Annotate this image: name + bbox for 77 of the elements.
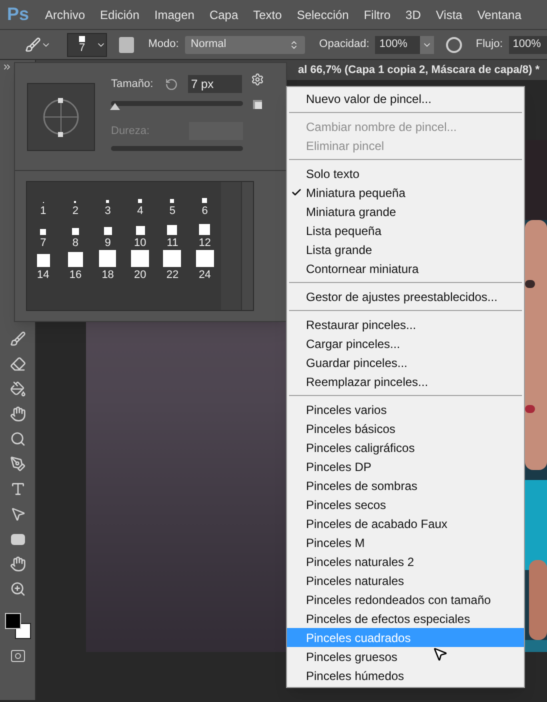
mouse-cursor-icon	[432, 646, 448, 662]
brush-preset[interactable]: 14	[27, 250, 60, 282]
menu-item[interactable]: Edición	[100, 6, 140, 24]
scrollbar[interactable]	[241, 182, 253, 310]
brush-preset[interactable]: 7	[27, 218, 60, 250]
brush-preset[interactable]: 12	[188, 218, 221, 250]
menu-item[interactable]: Archivo	[45, 6, 86, 24]
menu-item[interactable]: Filtro	[364, 6, 391, 24]
menu-option[interactable]: Lista grande	[287, 240, 524, 259]
brush-preset[interactable]: 6	[188, 186, 221, 218]
menu-option[interactable]: Pinceles secos	[287, 495, 524, 514]
menu-option[interactable]: Contornear miniatura	[287, 259, 524, 278]
color-swatches-icon[interactable]	[4, 613, 30, 639]
menu-item[interactable]: Imagen	[154, 6, 194, 24]
menu-option[interactable]: Pinceles de acabado Faux	[287, 514, 524, 533]
menu-option[interactable]: Lista pequeña	[287, 221, 524, 240]
menu-item[interactable]: Texto	[253, 6, 282, 24]
menu-option[interactable]: Pinceles básicos	[287, 419, 524, 438]
menu-option[interactable]: Pinceles redondeados con tamaño	[287, 590, 524, 609]
brush-preset[interactable]: 3	[92, 186, 124, 218]
brush-preset[interactable]: 8	[59, 218, 92, 250]
menu-option[interactable]: Cargar pinceles...	[287, 334, 524, 353]
app-logo: Ps	[7, 3, 30, 26]
menu-item[interactable]: 3D	[406, 6, 421, 24]
brush-preset[interactable]: 11	[156, 218, 189, 250]
panel-collapse-icon[interactable]	[2, 62, 12, 72]
menu-option[interactable]: Restaurar pinceles...	[287, 315, 524, 334]
menu-option[interactable]: Reemplazar pinceles...	[287, 372, 524, 391]
menu-option[interactable]: Pinceles húmedos	[287, 666, 524, 685]
menu-option[interactable]: Guardar pinceles...	[287, 353, 524, 372]
brush-preset[interactable]: 22	[156, 250, 189, 282]
opacity-field[interactable]: 100%	[375, 36, 434, 54]
mode-label: Modo:	[148, 37, 179, 52]
brush-preset[interactable]: 5	[156, 186, 189, 218]
brush-preset[interactable]: 18	[92, 250, 124, 282]
menu-option[interactable]: Pinceles gruesos	[287, 647, 524, 666]
menu-option[interactable]: Pinceles naturales 2	[287, 552, 524, 571]
stepper-icon	[289, 40, 300, 50]
slider-thumb[interactable]	[110, 103, 120, 110]
menu-option[interactable]: Miniatura grande	[287, 202, 524, 221]
menu-item[interactable]: Capa	[209, 6, 238, 24]
menu-item[interactable]: Selección	[296, 6, 349, 24]
brush-preset[interactable]: 24	[188, 250, 221, 282]
quick-mask-icon[interactable]	[10, 650, 24, 662]
menu-option[interactable]: Pinceles de sombras	[287, 476, 524, 495]
brush-preset[interactable]: 20	[124, 250, 156, 282]
menu-option[interactable]: Solo texto	[287, 164, 524, 183]
brush-tip-preview[interactable]	[27, 83, 95, 151]
menu-option[interactable]: Nuevo valor de pincel...	[287, 89, 524, 108]
menu-option[interactable]: Pinceles varios	[287, 400, 524, 419]
flow-label: Flujo:	[476, 37, 503, 52]
flow-field[interactable]: 100%	[508, 36, 547, 54]
size-label: Tamaño:	[111, 76, 154, 92]
menu-option[interactable]: Miniatura pequeña	[287, 183, 524, 202]
brush-preset[interactable]: 4	[124, 186, 156, 218]
opacity-label: Opacidad:	[319, 37, 370, 52]
menu-option[interactable]: Pinceles M	[287, 533, 524, 552]
menu-option[interactable]: Pinceles DP	[287, 457, 524, 476]
check-icon	[291, 187, 302, 198]
dropdown-button[interactable]	[420, 36, 434, 54]
brush-preset[interactable]: 16	[59, 250, 92, 282]
menu-option[interactable]: Pinceles naturales	[287, 571, 524, 590]
brush-preset[interactable]: 2	[59, 186, 92, 218]
menu-option[interactable]: Gestor de ajustes preestablecidos...	[287, 287, 524, 306]
brush-preset[interactable]: 10	[124, 218, 156, 250]
settings-icon[interactable]	[251, 73, 264, 86]
brush-preset-picker[interactable]: 7	[67, 32, 108, 56]
size-field[interactable]: 7 px	[188, 75, 242, 93]
menu-item[interactable]: Ventana	[477, 6, 522, 24]
brush-preset[interactable]: 9	[92, 218, 124, 250]
menu-option[interactable]: Pinceles de efectos especiales	[287, 609, 524, 628]
brush-preset[interactable]: 1	[27, 186, 60, 218]
mode-select[interactable]: Normal	[184, 36, 306, 54]
brush-tool-icon[interactable]	[25, 36, 52, 52]
reset-icon[interactable]	[165, 78, 178, 90]
menu-item[interactable]: Vista	[436, 6, 462, 24]
menu-option[interactable]: Pinceles caligráficos	[287, 438, 524, 457]
